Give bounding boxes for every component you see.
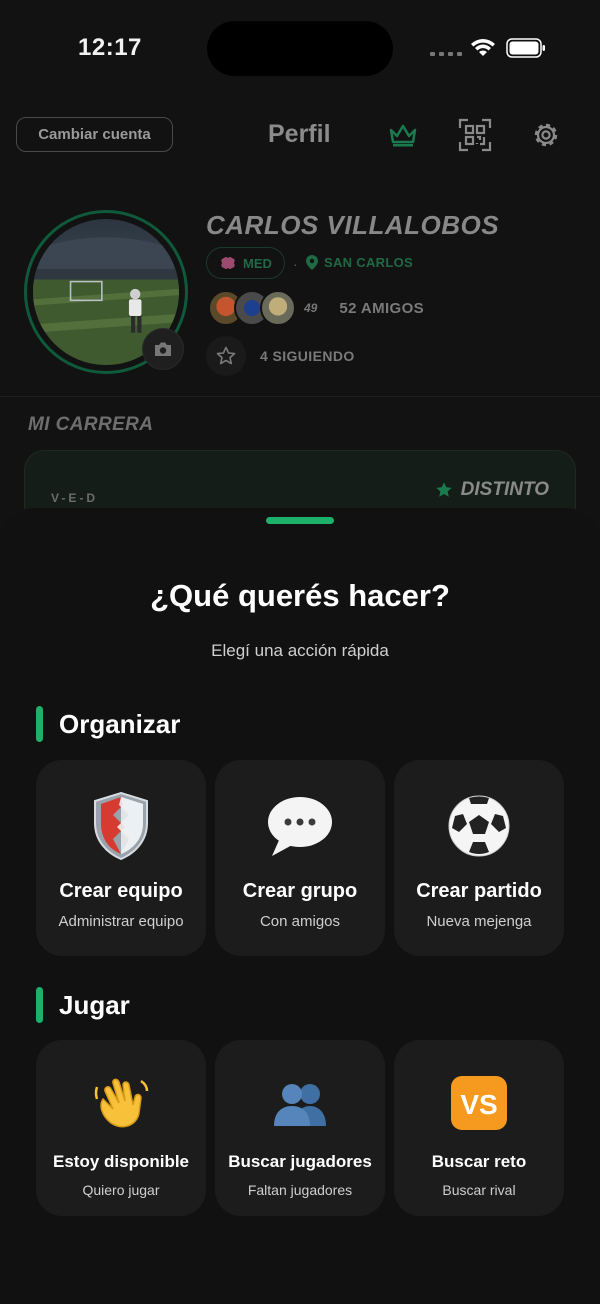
profile-header: Cambiar cuenta Perfil — [0, 110, 600, 160]
find-players-title: Buscar jugadores — [228, 1152, 372, 1171]
create-group-title: Crear grupo — [242, 880, 358, 902]
section-jugar: Jugar — [36, 987, 130, 1023]
following-summary[interactable]: 4 SIGUIENDO — [206, 336, 355, 376]
quick-actions-sheet: ¿Qué querés hacer? Elegí una acción rápi… — [0, 508, 600, 1304]
find-players-subtitle: Faltan jugadores — [247, 1182, 353, 1198]
find-challenge-subtitle: Buscar rival — [442, 1182, 516, 1198]
cellular-signal-icon — [430, 52, 462, 56]
shield-icon — [85, 790, 157, 862]
career-section-title: MI CARRERA — [28, 414, 154, 435]
record-label: V-E-D — [51, 491, 99, 505]
location-label: SAN CARLOS — [324, 255, 413, 270]
create-team-button[interactable]: Crear equipo Administrar equipo — [36, 760, 206, 956]
wifi-icon — [471, 39, 495, 56]
speech-bubble-icon — [264, 790, 336, 862]
dynamic-island — [207, 21, 393, 76]
distinct-badge: DISTINTO — [435, 479, 549, 501]
brain-icon — [221, 257, 235, 269]
sheet-subtitle: Elegí una acción rápida — [211, 641, 389, 660]
sheet-grabber[interactable] — [266, 517, 334, 524]
profile-name: CARLOS VILLALOBOS — [206, 210, 500, 240]
position-label: MED — [243, 255, 272, 271]
soccer-ball-icon — [443, 790, 515, 862]
find-challenge-button[interactable]: VS Buscar reto Buscar rival — [394, 1040, 564, 1216]
vs-icon: VS — [448, 1072, 510, 1134]
create-team-title: Crear equipo — [59, 880, 183, 902]
section-title: Organizar — [59, 708, 181, 739]
friends-summary[interactable]: 49 52 AMIGOS — [208, 290, 424, 326]
sheet-title: ¿Qué querés hacer? — [150, 578, 450, 613]
create-match-title: Crear partido — [416, 880, 542, 902]
create-match-subtitle: Nueva mejenga — [426, 913, 532, 930]
section-accent-bar — [36, 987, 43, 1023]
camera-icon — [155, 342, 171, 356]
crown-icon[interactable] — [386, 118, 420, 152]
friends-extra-count: 49 — [304, 301, 318, 315]
distinct-label: DISTINTO — [460, 479, 549, 500]
find-challenge-title: Buscar reto — [431, 1152, 527, 1171]
change-photo-button[interactable] — [142, 328, 184, 370]
friend-avatar — [260, 290, 296, 326]
switch-account-button[interactable]: Cambiar cuenta — [16, 117, 173, 152]
waving-hand-icon — [90, 1072, 152, 1134]
star-icon — [436, 482, 452, 497]
available-title: Estoy disponible — [52, 1152, 190, 1171]
gear-icon[interactable] — [529, 118, 563, 152]
divider — [0, 396, 600, 397]
section-accent-bar — [36, 706, 43, 742]
section-organizar: Organizar — [36, 706, 180, 742]
separator-dot: · — [293, 256, 298, 272]
battery-icon — [506, 38, 545, 58]
qr-code-icon[interactable] — [458, 118, 492, 152]
people-silhouette-icon — [269, 1072, 331, 1134]
create-team-subtitle: Administrar equipo — [58, 913, 184, 930]
find-players-button[interactable]: Buscar jugadores Faltan jugadores — [215, 1040, 385, 1216]
create-group-subtitle: Con amigos — [259, 913, 341, 930]
position-badge: MED — [206, 247, 285, 279]
location-pin-icon — [306, 255, 318, 270]
available-button[interactable]: Estoy disponible Quiero jugar — [36, 1040, 206, 1216]
friends-count: 52 AMIGOS — [339, 299, 425, 317]
create-match-button[interactable]: Crear partido Nueva mejenga — [394, 760, 564, 956]
section-title: Jugar — [59, 989, 130, 1020]
status-bar: 12:17 — [0, 0, 600, 96]
star-icon — [206, 336, 246, 376]
status-time: 12:17 — [78, 34, 142, 61]
create-group-button[interactable]: Crear grupo Con amigos — [215, 760, 385, 956]
available-subtitle: Quiero jugar — [82, 1182, 160, 1198]
svg-text:VS: VS — [460, 1089, 497, 1120]
page-title: Perfil — [268, 120, 331, 148]
following-label: 4 SIGUIENDO — [260, 348, 355, 364]
location: SAN CARLOS — [306, 255, 413, 270]
